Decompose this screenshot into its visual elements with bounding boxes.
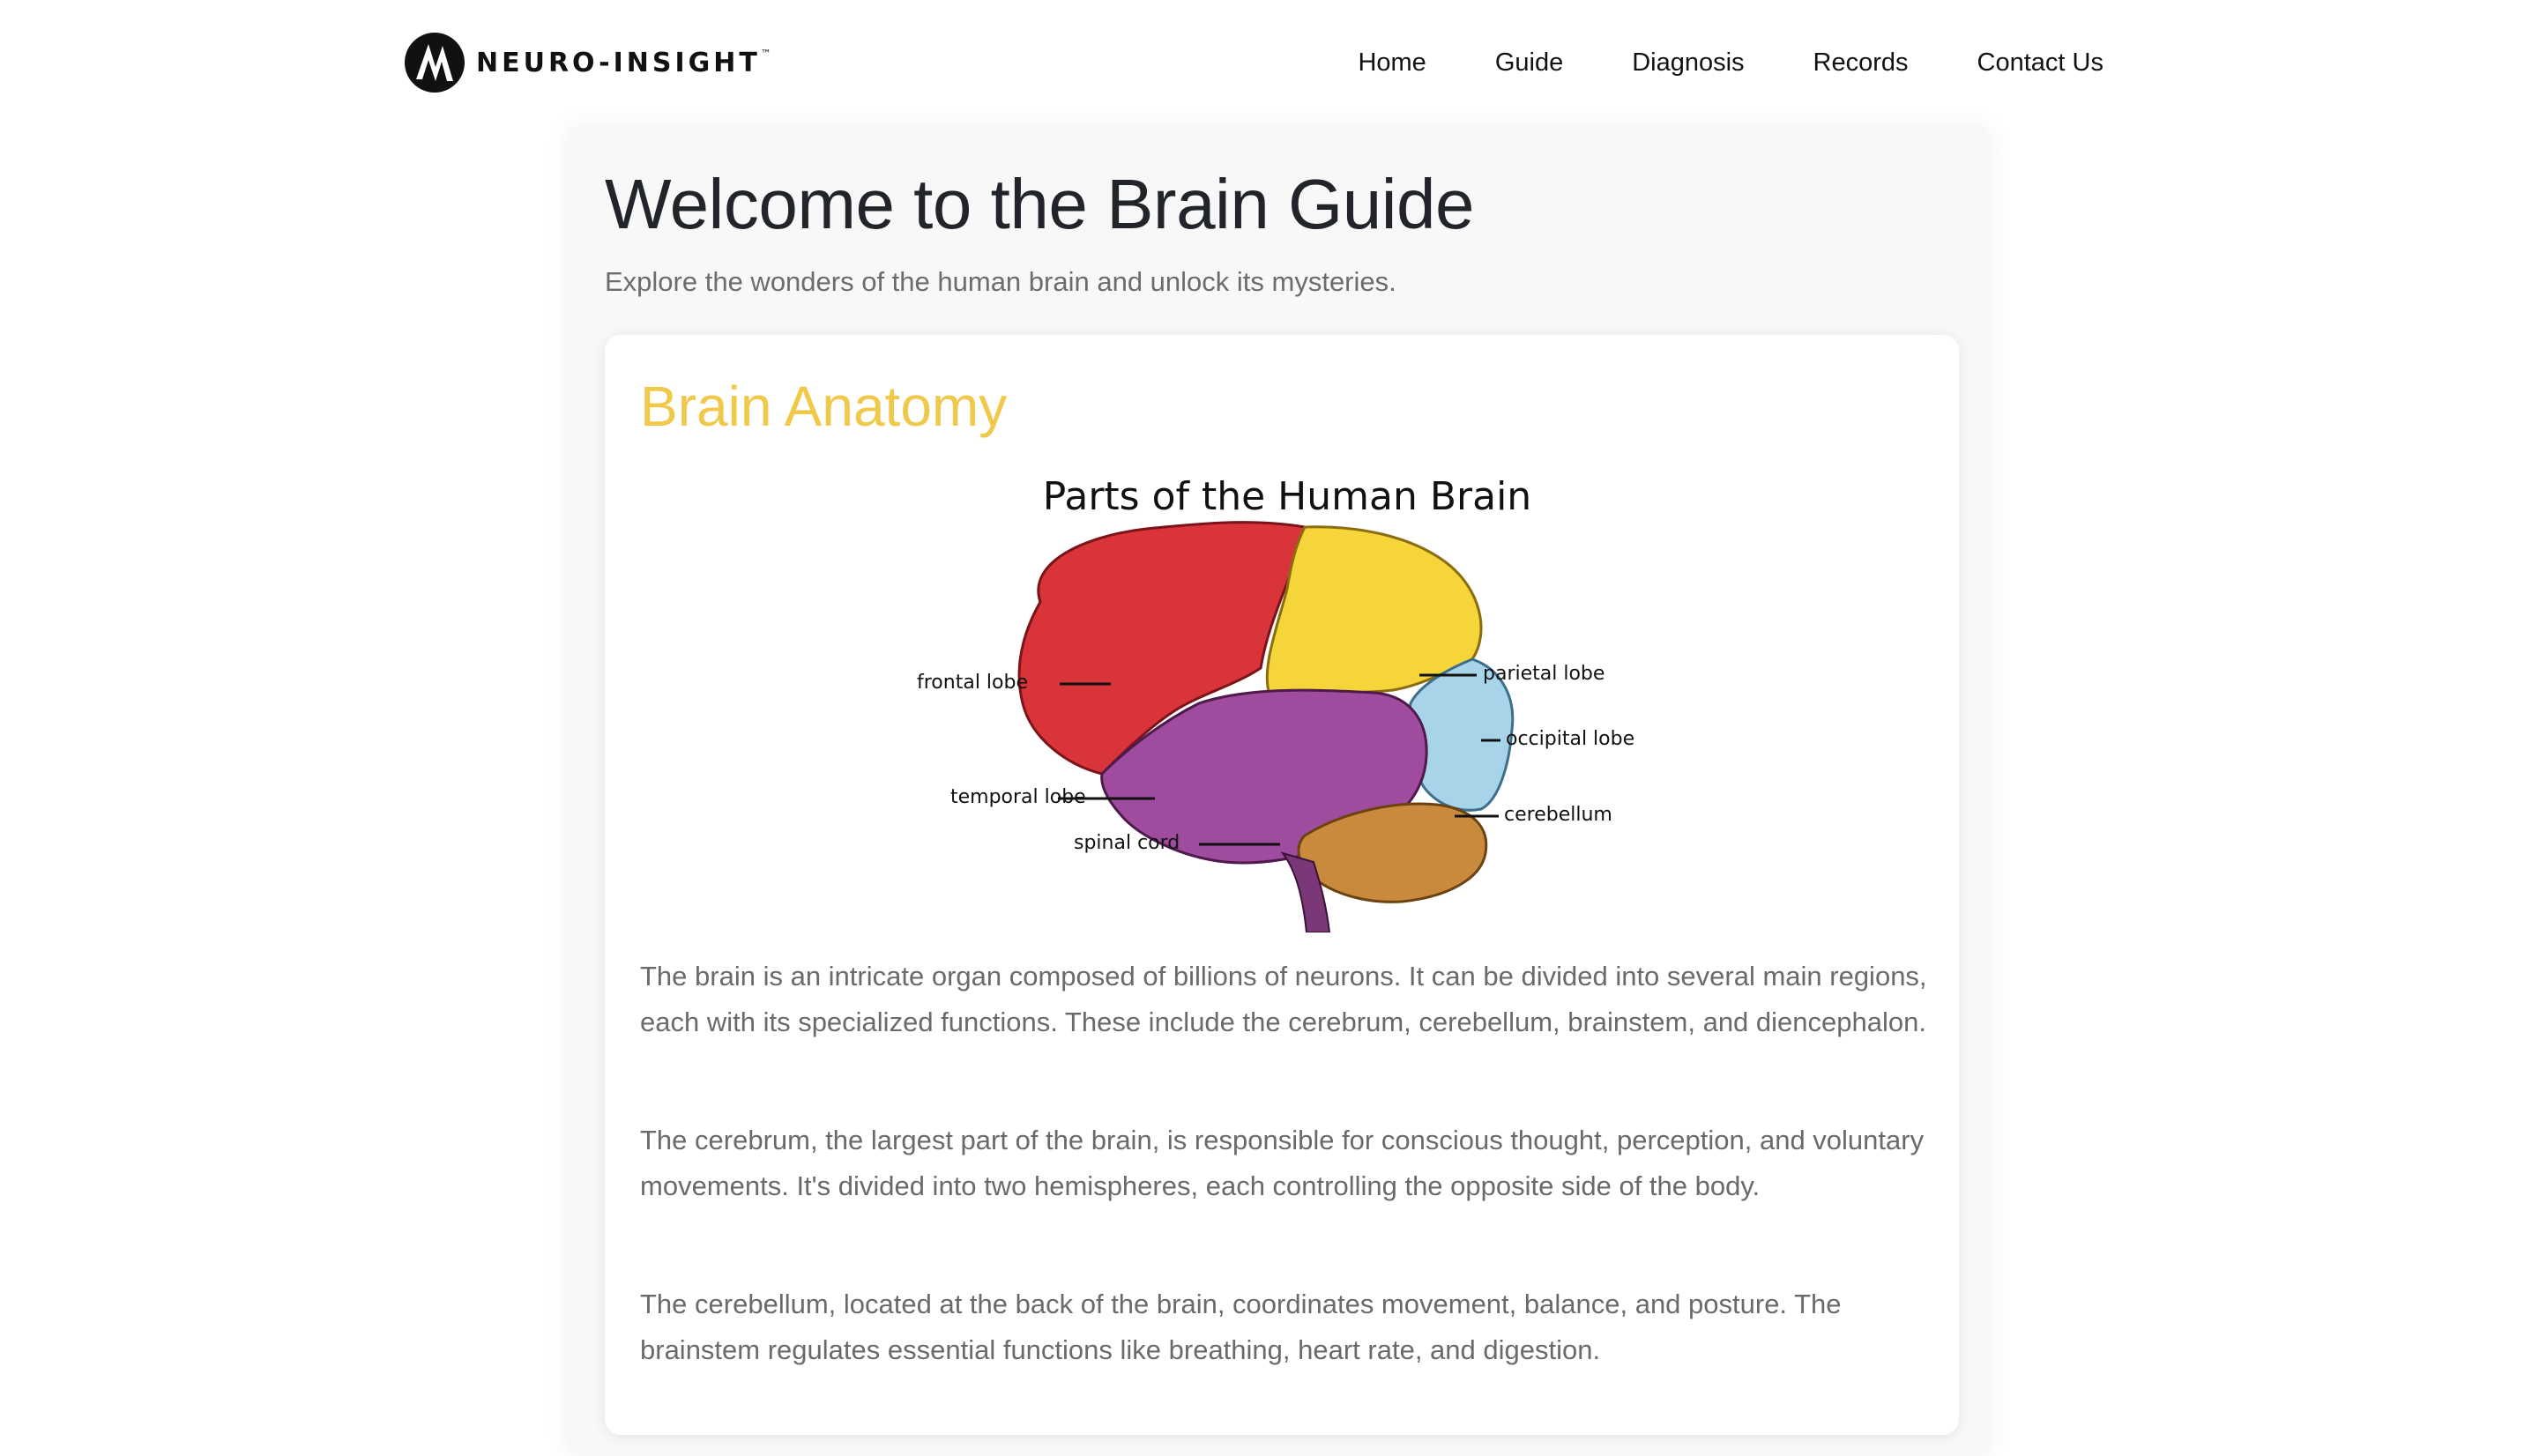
label-spinal-cord: spinal cord (1074, 832, 1180, 854)
nav-records[interactable]: Records (1813, 44, 1909, 81)
anatomy-paragraph-2: The cerebrum, the largest part of the br… (640, 1125, 1925, 1201)
brain-diagram: Parts of the Human Brain frontal lobe pa… (882, 465, 1693, 932)
brain-regions (1017, 521, 1515, 932)
nav-home[interactable]: Home (1358, 44, 1426, 81)
label-parietal-lobe: parietal lobe (1483, 663, 1605, 685)
logo-text: NEURO-INSIGHT™ (476, 47, 771, 78)
page-title: Welcome to the Brain Guide (605, 165, 1475, 243)
main-nav: Home Guide Diagnosis Records Contact Us (1358, 44, 2103, 81)
site-header: NEURO-INSIGHT™ Home Guide Diagnosis Reco… (0, 0, 2539, 125)
label-frontal-lobe: frontal lobe (917, 672, 1028, 694)
logo[interactable]: NEURO-INSIGHT™ (404, 32, 771, 93)
label-cerebellum: cerebellum (1504, 804, 1612, 826)
anatomy-paragraph-1: The brain is an intricate organ composed… (640, 961, 1927, 1037)
brain-illustration (1017, 521, 1515, 932)
section-title: Brain Anatomy (640, 375, 1008, 438)
neuro-insight-logo-icon (405, 33, 465, 93)
nav-guide[interactable]: Guide (1495, 44, 1563, 81)
label-occipital-lobe: occipital lobe (1506, 728, 1635, 750)
page-subtitle: Explore the wonders of the human brain a… (605, 266, 1396, 297)
nav-diagnosis[interactable]: Diagnosis (1632, 44, 1744, 81)
anatomy-paragraph-3: The cerebellum, located at the back of t… (640, 1289, 1842, 1365)
label-temporal-lobe: temporal lobe (950, 786, 1086, 808)
nav-contact-us[interactable]: Contact Us (1977, 44, 2103, 81)
